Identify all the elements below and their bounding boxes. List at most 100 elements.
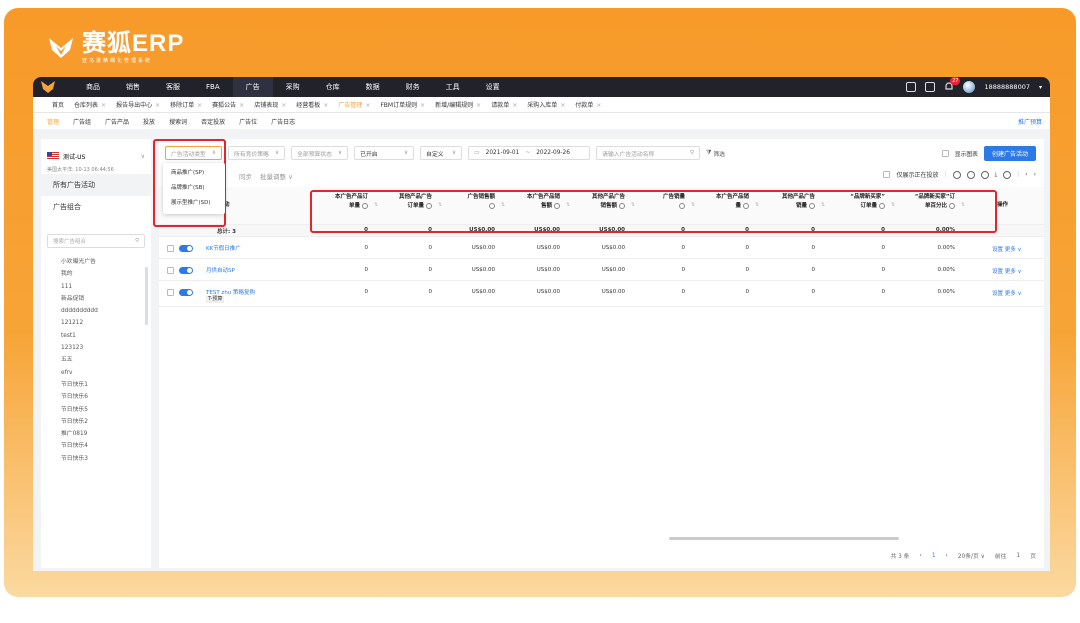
- close-icon[interactable]: ×: [596, 102, 601, 109]
- ad-type-select[interactable]: 广告活动类型 ∧: [165, 146, 223, 160]
- row-checkbox[interactable]: [167, 267, 174, 274]
- nav-item[interactable]: 数据: [353, 77, 393, 97]
- subnav-item[interactable]: 搜索词: [169, 117, 195, 126]
- portfolio-item[interactable]: 111: [41, 281, 151, 293]
- help-icon[interactable]: [949, 202, 955, 209]
- page-tab[interactable]: 付款单 ×: [570, 100, 606, 109]
- date-range-picker[interactable]: ▭ 2021-09-01 ~ 2022-09-26: [468, 146, 591, 160]
- nav-item[interactable]: 商品: [73, 77, 113, 97]
- nav-item[interactable]: 仓库: [313, 77, 353, 97]
- close-icon[interactable]: ×: [197, 102, 202, 109]
- status-select[interactable]: 已开启 ∨: [354, 146, 415, 160]
- portfolio-item[interactable]: test1: [41, 330, 151, 342]
- download-icon[interactable]: ⤓: [995, 171, 998, 179]
- row-checkbox[interactable]: [167, 289, 174, 296]
- portfolio-item[interactable]: 123123: [41, 342, 151, 354]
- nav-item[interactable]: 采购: [273, 77, 313, 97]
- portfolio-item[interactable]: 推广0819: [41, 428, 151, 440]
- campaign-name-link[interactable]: 月供自动SP: [206, 266, 235, 274]
- page-tab[interactable]: 经营看板 ×: [291, 100, 333, 109]
- help-icon[interactable]: [554, 202, 560, 209]
- sidebar-item-all-campaigns[interactable]: 所有广告活动: [41, 174, 151, 196]
- campaign-name-link[interactable]: KK节假日推广: [206, 244, 241, 252]
- subnav-item[interactable]: 投放: [143, 117, 163, 126]
- close-icon[interactable]: ×: [101, 102, 106, 109]
- page-tab[interactable]: 店铺表现 ×: [249, 100, 291, 109]
- row-checkbox[interactable]: [167, 245, 174, 252]
- subnav-item[interactable]: 广告组: [73, 117, 99, 126]
- sort-icon[interactable]: ⇅: [961, 202, 965, 208]
- status-toggle[interactable]: [179, 245, 193, 252]
- prev-page-icon[interactable]: ‹: [919, 553, 921, 559]
- page-tab[interactable]: 仓库列表 ×: [69, 100, 111, 109]
- strategy-select[interactable]: 所有竞价策略 ∨: [228, 146, 286, 160]
- page-tab[interactable]: 首页: [47, 100, 69, 109]
- bell-icon[interactable]: 27: [944, 77, 961, 92]
- document-icon[interactable]: [906, 82, 917, 92]
- setting-link[interactable]: 设置: [992, 247, 1003, 253]
- sort-icon[interactable]: ⇅: [821, 202, 825, 208]
- subnav-item[interactable]: 广告位: [239, 117, 265, 126]
- page-tab[interactable]: 采购入库单 ×: [522, 100, 570, 109]
- close-icon[interactable]: ×: [512, 102, 517, 109]
- campaign-name-link[interactable]: TEST zhu 策略复购: [206, 288, 255, 296]
- close-icon[interactable]: ×: [560, 102, 565, 109]
- page-number[interactable]: 1: [932, 553, 936, 559]
- nav-item[interactable]: 工具: [433, 77, 473, 97]
- close-icon[interactable]: ×: [155, 102, 160, 109]
- portfolio-item[interactable]: efrv: [41, 367, 151, 379]
- page-size-select[interactable]: 20条/页 ∨: [958, 551, 985, 560]
- only-running-checkbox[interactable]: [883, 171, 891, 178]
- close-icon[interactable]: ×: [281, 102, 286, 109]
- help-icon[interactable]: [879, 202, 885, 209]
- scroll-right-icon[interactable]: ›: [1034, 171, 1036, 178]
- help-icon[interactable]: [619, 202, 625, 209]
- portfolio-item[interactable]: 节日快乐4: [41, 440, 151, 452]
- next-page-icon[interactable]: ›: [946, 553, 948, 559]
- page-tab[interactable]: 新增/编辑规则 ×: [430, 100, 486, 109]
- horizontal-scrollbar[interactable]: [669, 537, 899, 540]
- help-icon[interactable]: [1003, 170, 1012, 179]
- portfolio-search-input[interactable]: 搜索广告组合 ⚲: [47, 234, 145, 248]
- nav-item[interactable]: 销售: [113, 77, 153, 97]
- user-phone[interactable]: 18888888007: [984, 83, 1030, 91]
- gear-icon[interactable]: [980, 170, 989, 179]
- show-chart-checkbox[interactable]: [941, 150, 949, 157]
- close-icon[interactable]: ×: [323, 102, 328, 109]
- ad-budget-link[interactable]: 推广预算: [1018, 117, 1042, 126]
- nav-item[interactable]: 广告: [232, 77, 273, 97]
- clock-icon[interactable]: [966, 170, 975, 179]
- bulk-adjust-button[interactable]: 批量调整 ∨: [260, 171, 293, 181]
- filter-button[interactable]: ⧩ 筛选: [706, 149, 725, 158]
- goto-page-input[interactable]: 1: [1016, 553, 1020, 559]
- subnav-item[interactable]: 管理: [47, 117, 67, 126]
- subnav-item[interactable]: 广告日志: [271, 117, 303, 126]
- help-icon[interactable]: [679, 202, 685, 209]
- setting-link[interactable]: 设置: [992, 291, 1003, 297]
- scroll-left-icon[interactable]: ‹: [1025, 171, 1027, 178]
- chevron-down-icon[interactable]: ▾: [1039, 84, 1042, 91]
- portfolio-item[interactable]: 新品促销: [41, 293, 151, 305]
- tablet-icon[interactable]: [925, 82, 936, 92]
- close-icon[interactable]: ×: [420, 102, 425, 109]
- portfolio-item[interactable]: 小欢曝光广告: [41, 256, 151, 268]
- help-icon[interactable]: [362, 202, 368, 209]
- help-icon[interactable]: [426, 202, 432, 209]
- page-tab[interactable]: 移除订单 ×: [165, 100, 207, 109]
- dropdown-option[interactable]: 商品推广(SP): [163, 166, 225, 181]
- more-link[interactable]: 更多: [1005, 291, 1016, 297]
- chevron-down-icon[interactable]: ∨: [1016, 269, 1022, 275]
- status-toggle[interactable]: [179, 267, 193, 274]
- nav-item[interactable]: 财务: [393, 77, 433, 97]
- page-tab[interactable]: 广告管理 ×: [333, 100, 375, 109]
- portfolio-item[interactable]: 节日快乐6: [41, 391, 151, 403]
- more-link[interactable]: 更多: [1005, 247, 1016, 253]
- portfolio-item[interactable]: 我的: [41, 268, 151, 280]
- portfolio-item[interactable]: 节日快乐1: [41, 379, 151, 391]
- page-tab[interactable]: 请款单 ×: [486, 100, 522, 109]
- help-icon[interactable]: [809, 202, 815, 209]
- portfolio-item[interactable]: 121212: [41, 317, 151, 329]
- nav-item[interactable]: FBA: [193, 77, 233, 97]
- subnav-item[interactable]: 广告产品: [105, 117, 137, 126]
- avatar[interactable]: [963, 81, 976, 93]
